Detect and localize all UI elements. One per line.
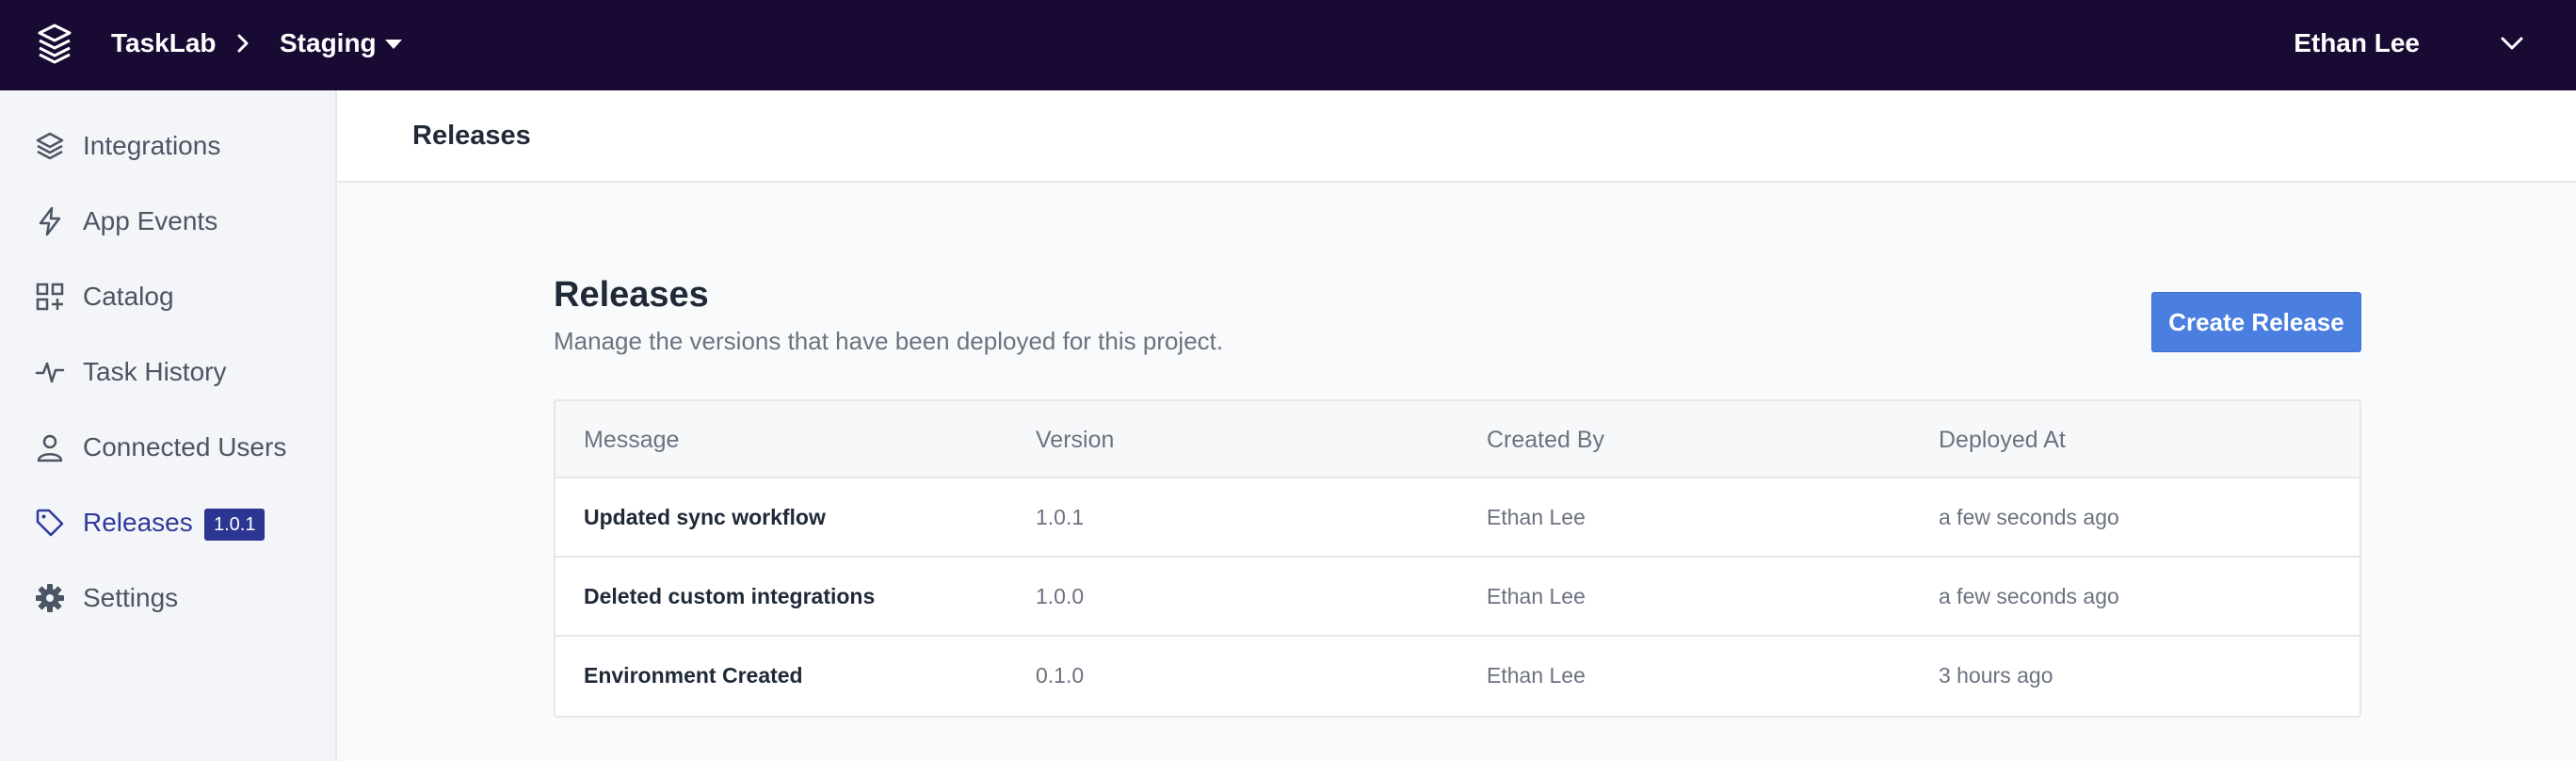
create-release-button[interactable]: Create Release bbox=[2151, 292, 2361, 352]
chevron-right-icon bbox=[237, 34, 249, 53]
layers-icon bbox=[34, 130, 66, 162]
grid-plus-icon bbox=[34, 281, 66, 313]
sidebar-item-label: Connected Users bbox=[83, 432, 287, 461]
pulse-icon bbox=[34, 356, 66, 388]
sidebar-item-app-events[interactable]: App Events bbox=[0, 188, 335, 254]
environment-selector[interactable]: Staging bbox=[280, 0, 377, 90]
stack-logo-icon[interactable] bbox=[36, 23, 73, 64]
section-title: Releases bbox=[554, 275, 709, 315]
sidebar-item-task-history[interactable]: Task History bbox=[0, 339, 335, 405]
sidebar-item-label: Releases bbox=[83, 508, 193, 537]
page-title: Releases bbox=[412, 121, 531, 151]
release-created-by: Ethan Lee bbox=[1487, 505, 1586, 529]
sidebar-item-label: Task History bbox=[83, 357, 227, 386]
tag-icon bbox=[34, 507, 66, 539]
release-deployed-at: a few seconds ago bbox=[1939, 505, 2119, 529]
sidebar-item-settings[interactable]: Settings bbox=[0, 565, 335, 631]
table-row[interactable]: Updated sync workflow 1.0.1 Ethan Lee a … bbox=[555, 478, 2359, 558]
caret-down-icon[interactable] bbox=[384, 38, 403, 51]
sidebar-item-label: Settings bbox=[83, 583, 179, 612]
bolt-icon bbox=[34, 205, 66, 237]
release-created-by: Ethan Lee bbox=[1487, 584, 1586, 608]
sidebar-item-releases[interactable]: Releases 1.0.1 bbox=[0, 490, 335, 556]
sidebar-item-catalog[interactable]: Catalog bbox=[0, 264, 335, 330]
column-header-created-by: Created By bbox=[1487, 427, 1605, 453]
chevron-down-icon[interactable] bbox=[2499, 34, 2525, 53]
table-header: Message Version Created By Deployed At bbox=[555, 401, 2359, 478]
page-header: Releases bbox=[337, 90, 2576, 183]
user-menu[interactable]: Ethan Lee bbox=[2294, 0, 2420, 90]
table-row[interactable]: Environment Created 0.1.0 Ethan Lee 3 ho… bbox=[555, 637, 2359, 716]
release-deployed-at: 3 hours ago bbox=[1939, 663, 2053, 688]
user-icon bbox=[34, 431, 66, 463]
section-subtitle: Manage the versions that have been deplo… bbox=[554, 327, 1224, 355]
sidebar-item-label: App Events bbox=[83, 206, 218, 235]
column-header-message: Message bbox=[584, 427, 680, 453]
release-message: Deleted custom integrations bbox=[584, 584, 876, 608]
release-version: 1.0.1 bbox=[1036, 505, 1085, 529]
release-deployed-at: a few seconds ago bbox=[1939, 584, 2119, 608]
releases-table: Message Version Created By Deployed At U… bbox=[554, 399, 2361, 718]
column-header-version: Version bbox=[1036, 427, 1115, 453]
top-bar: TaskLab Staging Ethan Lee bbox=[0, 0, 2576, 90]
table-row[interactable]: Deleted custom integrations 1.0.0 Ethan … bbox=[555, 558, 2359, 637]
sidebar-item-connected-users[interactable]: Connected Users bbox=[0, 414, 335, 480]
sidebar-item-label: Integrations bbox=[83, 131, 221, 160]
release-version: 0.1.0 bbox=[1036, 663, 1085, 688]
breadcrumb-app[interactable]: TaskLab bbox=[111, 0, 217, 90]
release-message: Updated sync workflow bbox=[584, 505, 826, 529]
column-header-deployed-at: Deployed At bbox=[1939, 427, 2066, 453]
version-badge: 1.0.1 bbox=[204, 509, 266, 541]
gear-icon bbox=[34, 582, 66, 614]
release-created-by: Ethan Lee bbox=[1487, 663, 1586, 688]
sidebar-item-label: Catalog bbox=[83, 282, 174, 311]
release-version: 1.0.0 bbox=[1036, 584, 1085, 608]
release-message: Environment Created bbox=[584, 663, 803, 688]
sidebar: Integrations App Events Catalog Task His… bbox=[0, 90, 337, 761]
sidebar-item-integrations[interactable]: Integrations bbox=[0, 113, 335, 179]
